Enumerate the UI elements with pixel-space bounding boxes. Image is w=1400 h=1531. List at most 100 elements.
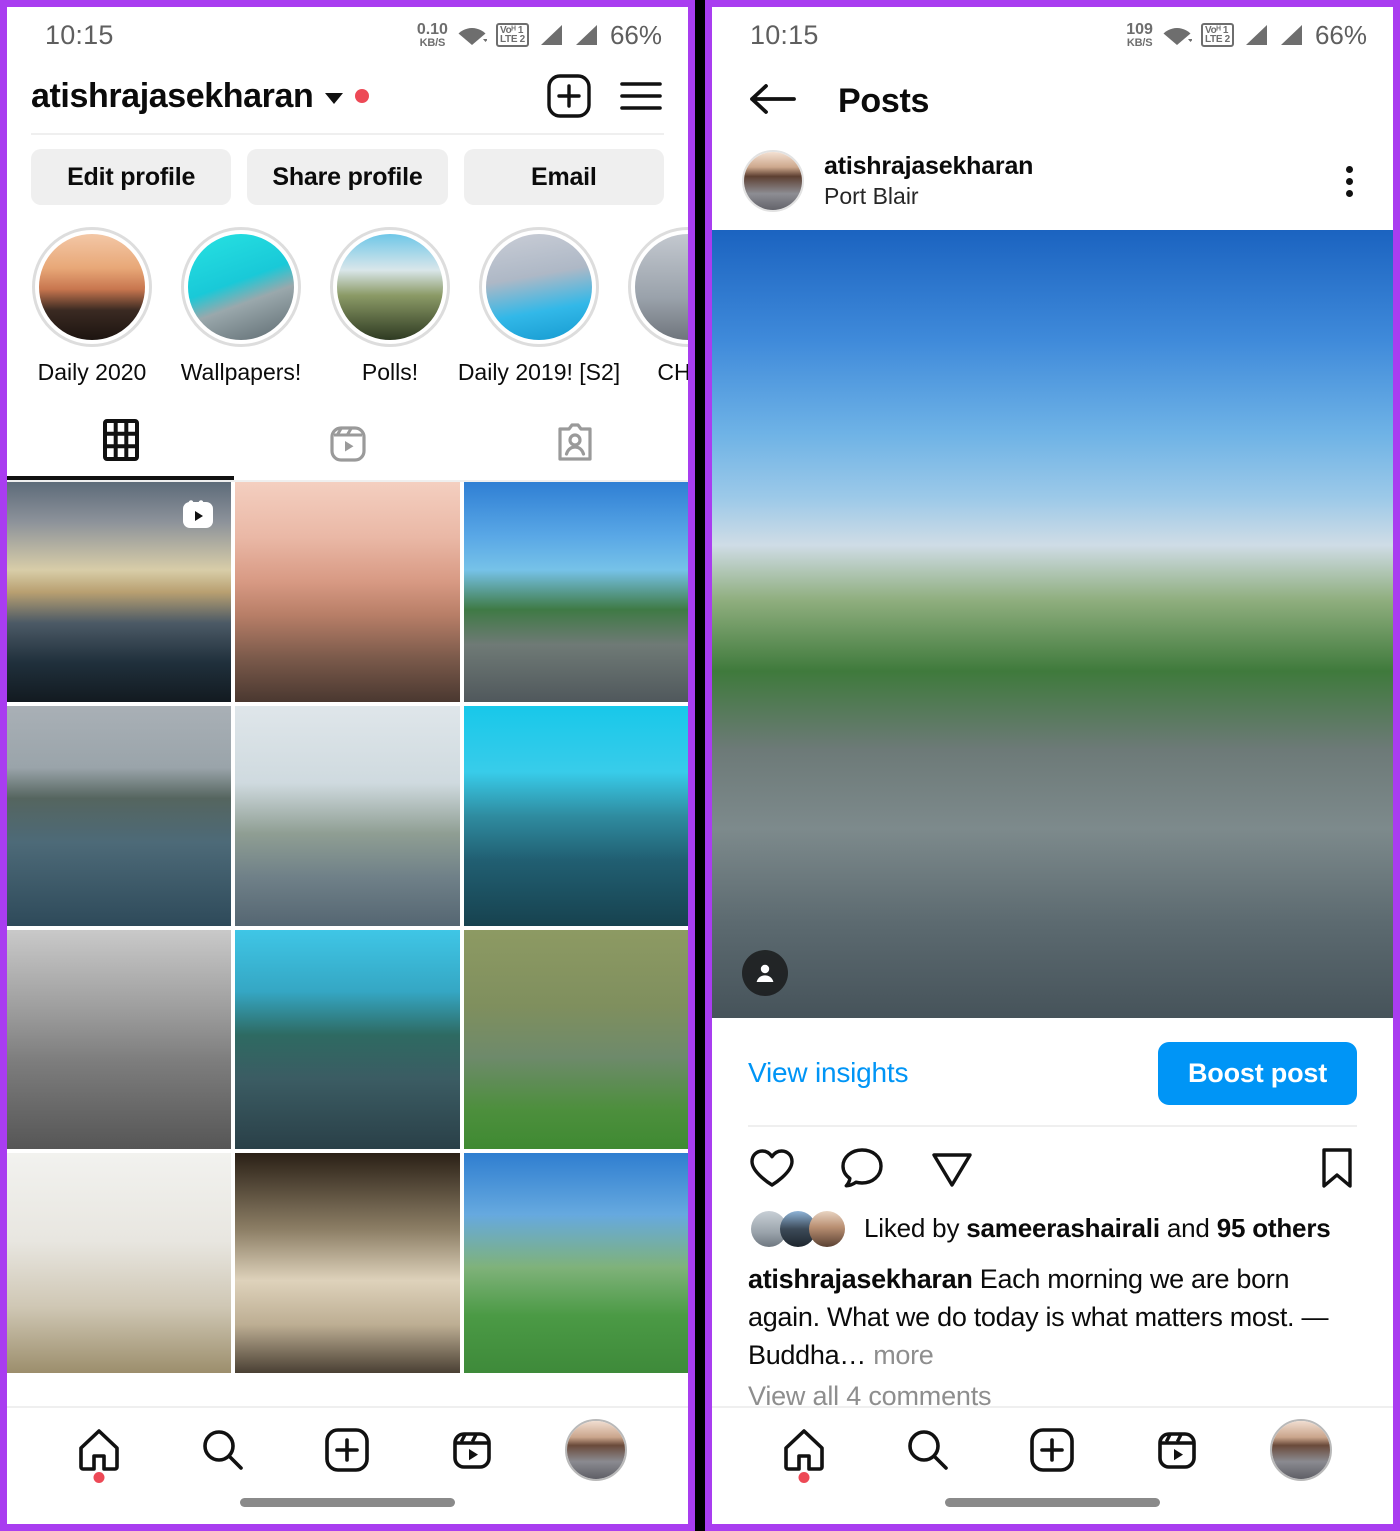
grid-cell[interactable]	[463, 929, 688, 1150]
post-caption: atishrajasekharan Each morning we are bo…	[712, 1250, 1393, 1375]
network-speed-indicator: 0.10 KB/S	[416, 20, 448, 49]
grid-icon	[99, 418, 143, 467]
nav-home[interactable]	[765, 1411, 843, 1489]
tagged-person-icon[interactable]	[742, 949, 788, 996]
story-highlights-row[interactable]: Daily 2020 Wallpapers! Polls! Daily 2019…	[7, 223, 688, 386]
highlight-ring	[32, 227, 152, 347]
view-comments-link[interactable]: View all 4 comments	[712, 1375, 1393, 1406]
highlight-item[interactable]: Polls!	[329, 227, 451, 386]
bottom-navigation	[7, 1406, 688, 1524]
highlight-thumbnail	[635, 234, 688, 340]
grid-cell[interactable]	[7, 482, 232, 702]
network-speed-value: 0.10	[416, 20, 448, 38]
highlight-thumbnail	[39, 234, 145, 340]
dual-screenshot-stage: 10:15 0.10 KB/S Voᴴ 1 LTE 2 66% atishraj…	[0, 0, 1400, 1531]
post-author-text: atishrajasekharan Port Blair	[824, 152, 1316, 210]
view-insights-link[interactable]: View insights	[748, 1057, 909, 1089]
volte-icon: Voᴴ 1 LTE 2	[495, 23, 529, 47]
profile-username: atishrajasekharan	[31, 76, 314, 115]
grid-cell[interactable]	[235, 482, 460, 702]
liked-by-prefix: Liked by	[864, 1213, 967, 1244]
profile-header-actions	[546, 73, 664, 119]
nav-profile[interactable]	[557, 1411, 635, 1489]
bookmark-icon[interactable]	[1317, 1145, 1357, 1196]
nav-search[interactable]	[184, 1411, 262, 1489]
signal-sim1-icon	[1243, 24, 1269, 46]
gesture-home-bar[interactable]	[945, 1498, 1160, 1507]
avatar[interactable]	[742, 150, 804, 212]
tab-reels[interactable]	[234, 408, 461, 480]
send-paper-plane-icon[interactable]	[928, 1146, 976, 1195]
chevron-down-icon[interactable]	[325, 92, 344, 104]
caption-author[interactable]: atishrajasekharan	[748, 1264, 973, 1294]
highlight-ring	[479, 227, 599, 347]
highlight-label: Polls!	[361, 359, 419, 385]
grid-cell[interactable]	[235, 705, 460, 926]
nav-create[interactable]	[308, 1411, 386, 1489]
grid-cell[interactable]	[463, 705, 688, 926]
battery-percent: 66%	[1314, 19, 1367, 50]
highlight-thumbnail	[486, 234, 592, 340]
post-photo[interactable]	[712, 230, 1393, 1018]
status-bar: 10:15 109 KB/S Voᴴ 1 LTE 2 66%	[712, 7, 1393, 63]
post-action-icons	[712, 1127, 1393, 1202]
highlight-item[interactable]: CHIKI	[627, 227, 688, 386]
caption-more-link[interactable]: more	[873, 1340, 934, 1370]
unread-dot-icon	[355, 89, 370, 103]
posts-header: Posts	[712, 63, 1393, 146]
grid-cell[interactable]	[235, 1153, 460, 1374]
liked-by-others[interactable]: 95 others	[1217, 1213, 1331, 1243]
profile-action-row: Edit profile Share profile Email	[7, 135, 688, 223]
account-switcher[interactable]: atishrajasekharan	[31, 76, 370, 116]
back-arrow-button[interactable]	[746, 79, 798, 124]
network-speed-unit: KB/S	[1126, 36, 1153, 49]
email-button[interactable]: Email	[463, 149, 664, 205]
nav-reels[interactable]	[433, 1411, 511, 1489]
insights-row: View insights Boost post	[712, 1018, 1393, 1125]
liked-by-user[interactable]: sameerashairali	[966, 1213, 1160, 1243]
tagged-person-icon	[553, 420, 597, 469]
nav-reels[interactable]	[1138, 1411, 1216, 1489]
new-post-button[interactable]	[546, 73, 592, 119]
gesture-home-bar[interactable]	[240, 1498, 455, 1507]
bottom-navigation	[712, 1406, 1393, 1524]
nav-create[interactable]	[1013, 1411, 1091, 1489]
nav-home[interactable]	[60, 1411, 138, 1489]
grid-cell[interactable]	[7, 929, 232, 1150]
tab-tagged[interactable]	[461, 408, 688, 480]
status-bar: 10:15 0.10 KB/S Voᴴ 1 LTE 2 66%	[7, 7, 688, 63]
boost-post-button[interactable]: Boost post	[1158, 1041, 1357, 1105]
comment-bubble-icon[interactable]	[838, 1146, 886, 1195]
network-speed-value: 109	[1126, 20, 1153, 38]
status-icons: 109 KB/S Voᴴ 1 LTE 2 66%	[1126, 20, 1367, 51]
left-phone-profile-screen: 10:15 0.10 KB/S Voᴴ 1 LTE 2 66% atishraj…	[0, 0, 695, 1531]
nav-profile[interactable]	[1262, 1411, 1340, 1489]
likes-text[interactable]: Liked by sameerashairali and 95 others	[864, 1213, 1331, 1244]
share-profile-button[interactable]: Share profile	[247, 149, 448, 205]
avatar	[1269, 1419, 1332, 1481]
kebab-menu-icon[interactable]	[1336, 160, 1363, 203]
highlight-item[interactable]: Daily 2020	[31, 227, 153, 386]
heart-icon[interactable]	[748, 1146, 796, 1195]
grid-cell[interactable]	[235, 929, 460, 1150]
highlight-thumbnail	[188, 234, 294, 340]
nav-search[interactable]	[889, 1411, 967, 1489]
grid-cell[interactable]	[7, 705, 232, 926]
wifi-icon	[1162, 23, 1193, 47]
hamburger-menu-button[interactable]	[618, 76, 664, 116]
grid-cell-selected[interactable]	[463, 482, 688, 702]
home-badge-dot	[93, 1472, 105, 1483]
highlight-ring	[628, 227, 688, 347]
highlight-item[interactable]: Daily 2019! [S2]	[458, 227, 620, 386]
post-author-row: atishrajasekharan Port Blair	[712, 146, 1393, 230]
post-author-name[interactable]: atishrajasekharan	[824, 152, 1316, 181]
post-location[interactable]: Port Blair	[824, 183, 1316, 210]
status-time: 10:15	[750, 19, 819, 50]
post-grid	[7, 482, 688, 1374]
liked-by-middle: and	[1159, 1213, 1217, 1244]
highlight-item[interactable]: Wallpapers!	[180, 227, 302, 386]
tab-grid[interactable]	[7, 408, 234, 480]
edit-profile-button[interactable]: Edit profile	[31, 149, 232, 205]
grid-cell[interactable]	[7, 1153, 232, 1374]
grid-cell[interactable]	[463, 1153, 688, 1374]
